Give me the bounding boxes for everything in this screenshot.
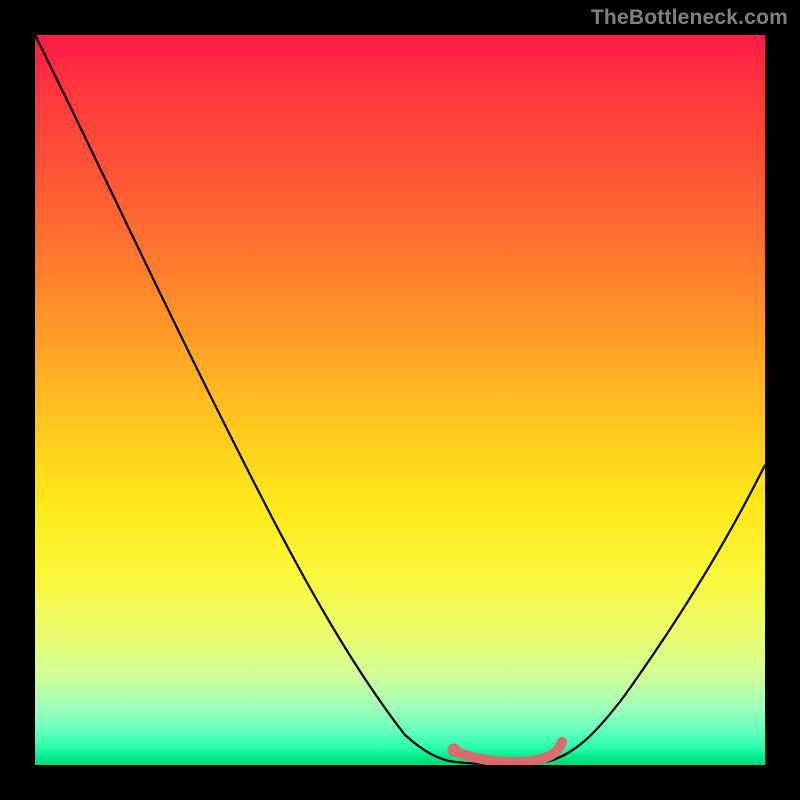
marker-start-dot: [448, 744, 461, 757]
optimal-range-marker: [35, 35, 765, 765]
plot-area: [35, 35, 765, 765]
watermark-text: TheBottleneck.com: [591, 6, 788, 30]
chart-container: TheBottleneck.com: [0, 0, 800, 800]
marker-path: [457, 742, 562, 762]
